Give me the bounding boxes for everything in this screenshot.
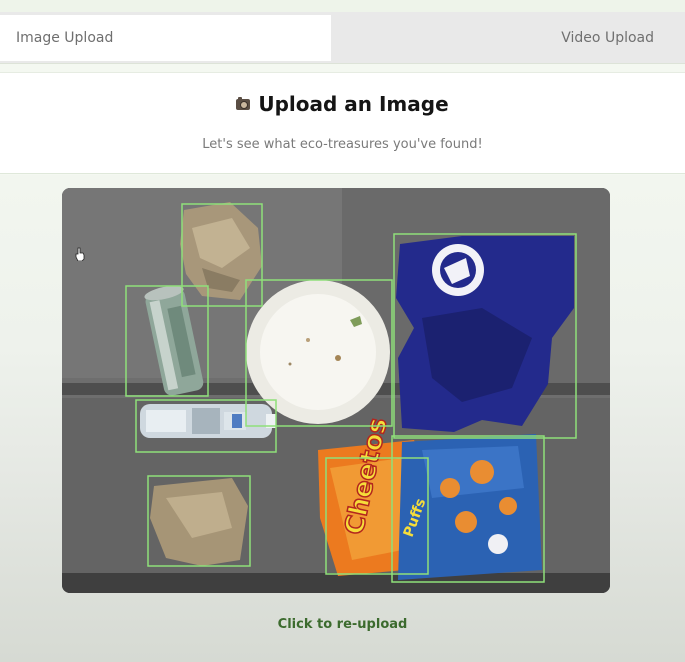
upload-header: Upload an Image Let's see what eco-treas… xyxy=(0,72,685,174)
water-bottle xyxy=(140,404,276,438)
tab-image-upload-label: Image Upload xyxy=(16,30,114,46)
reupload-button[interactable]: Click to re-upload xyxy=(0,617,685,632)
title-row: Upload an Image xyxy=(0,92,685,116)
page-title: Upload an Image xyxy=(258,92,449,116)
tab-video-upload[interactable]: Video Upload xyxy=(331,15,685,61)
paper-plate xyxy=(246,280,390,424)
tab-video-upload-label: Video Upload xyxy=(561,30,654,46)
puffs-bag: Puffs xyxy=(398,434,542,580)
top-strip xyxy=(0,0,685,12)
detection-image-canvas: Cheetos Puffs xyxy=(62,188,610,593)
upload-tabs: Image Upload Video Upload xyxy=(0,12,685,64)
table-edge xyxy=(62,573,610,593)
page-subtitle: Let's see what eco-treasures you've foun… xyxy=(202,137,483,152)
camera-icon xyxy=(236,96,251,110)
tab-image-upload[interactable]: Image Upload xyxy=(0,15,331,61)
uploaded-image[interactable]: Cheetos Puffs xyxy=(62,188,610,593)
paper-bag-bottom xyxy=(150,478,248,566)
hand-cursor-icon xyxy=(75,247,85,261)
